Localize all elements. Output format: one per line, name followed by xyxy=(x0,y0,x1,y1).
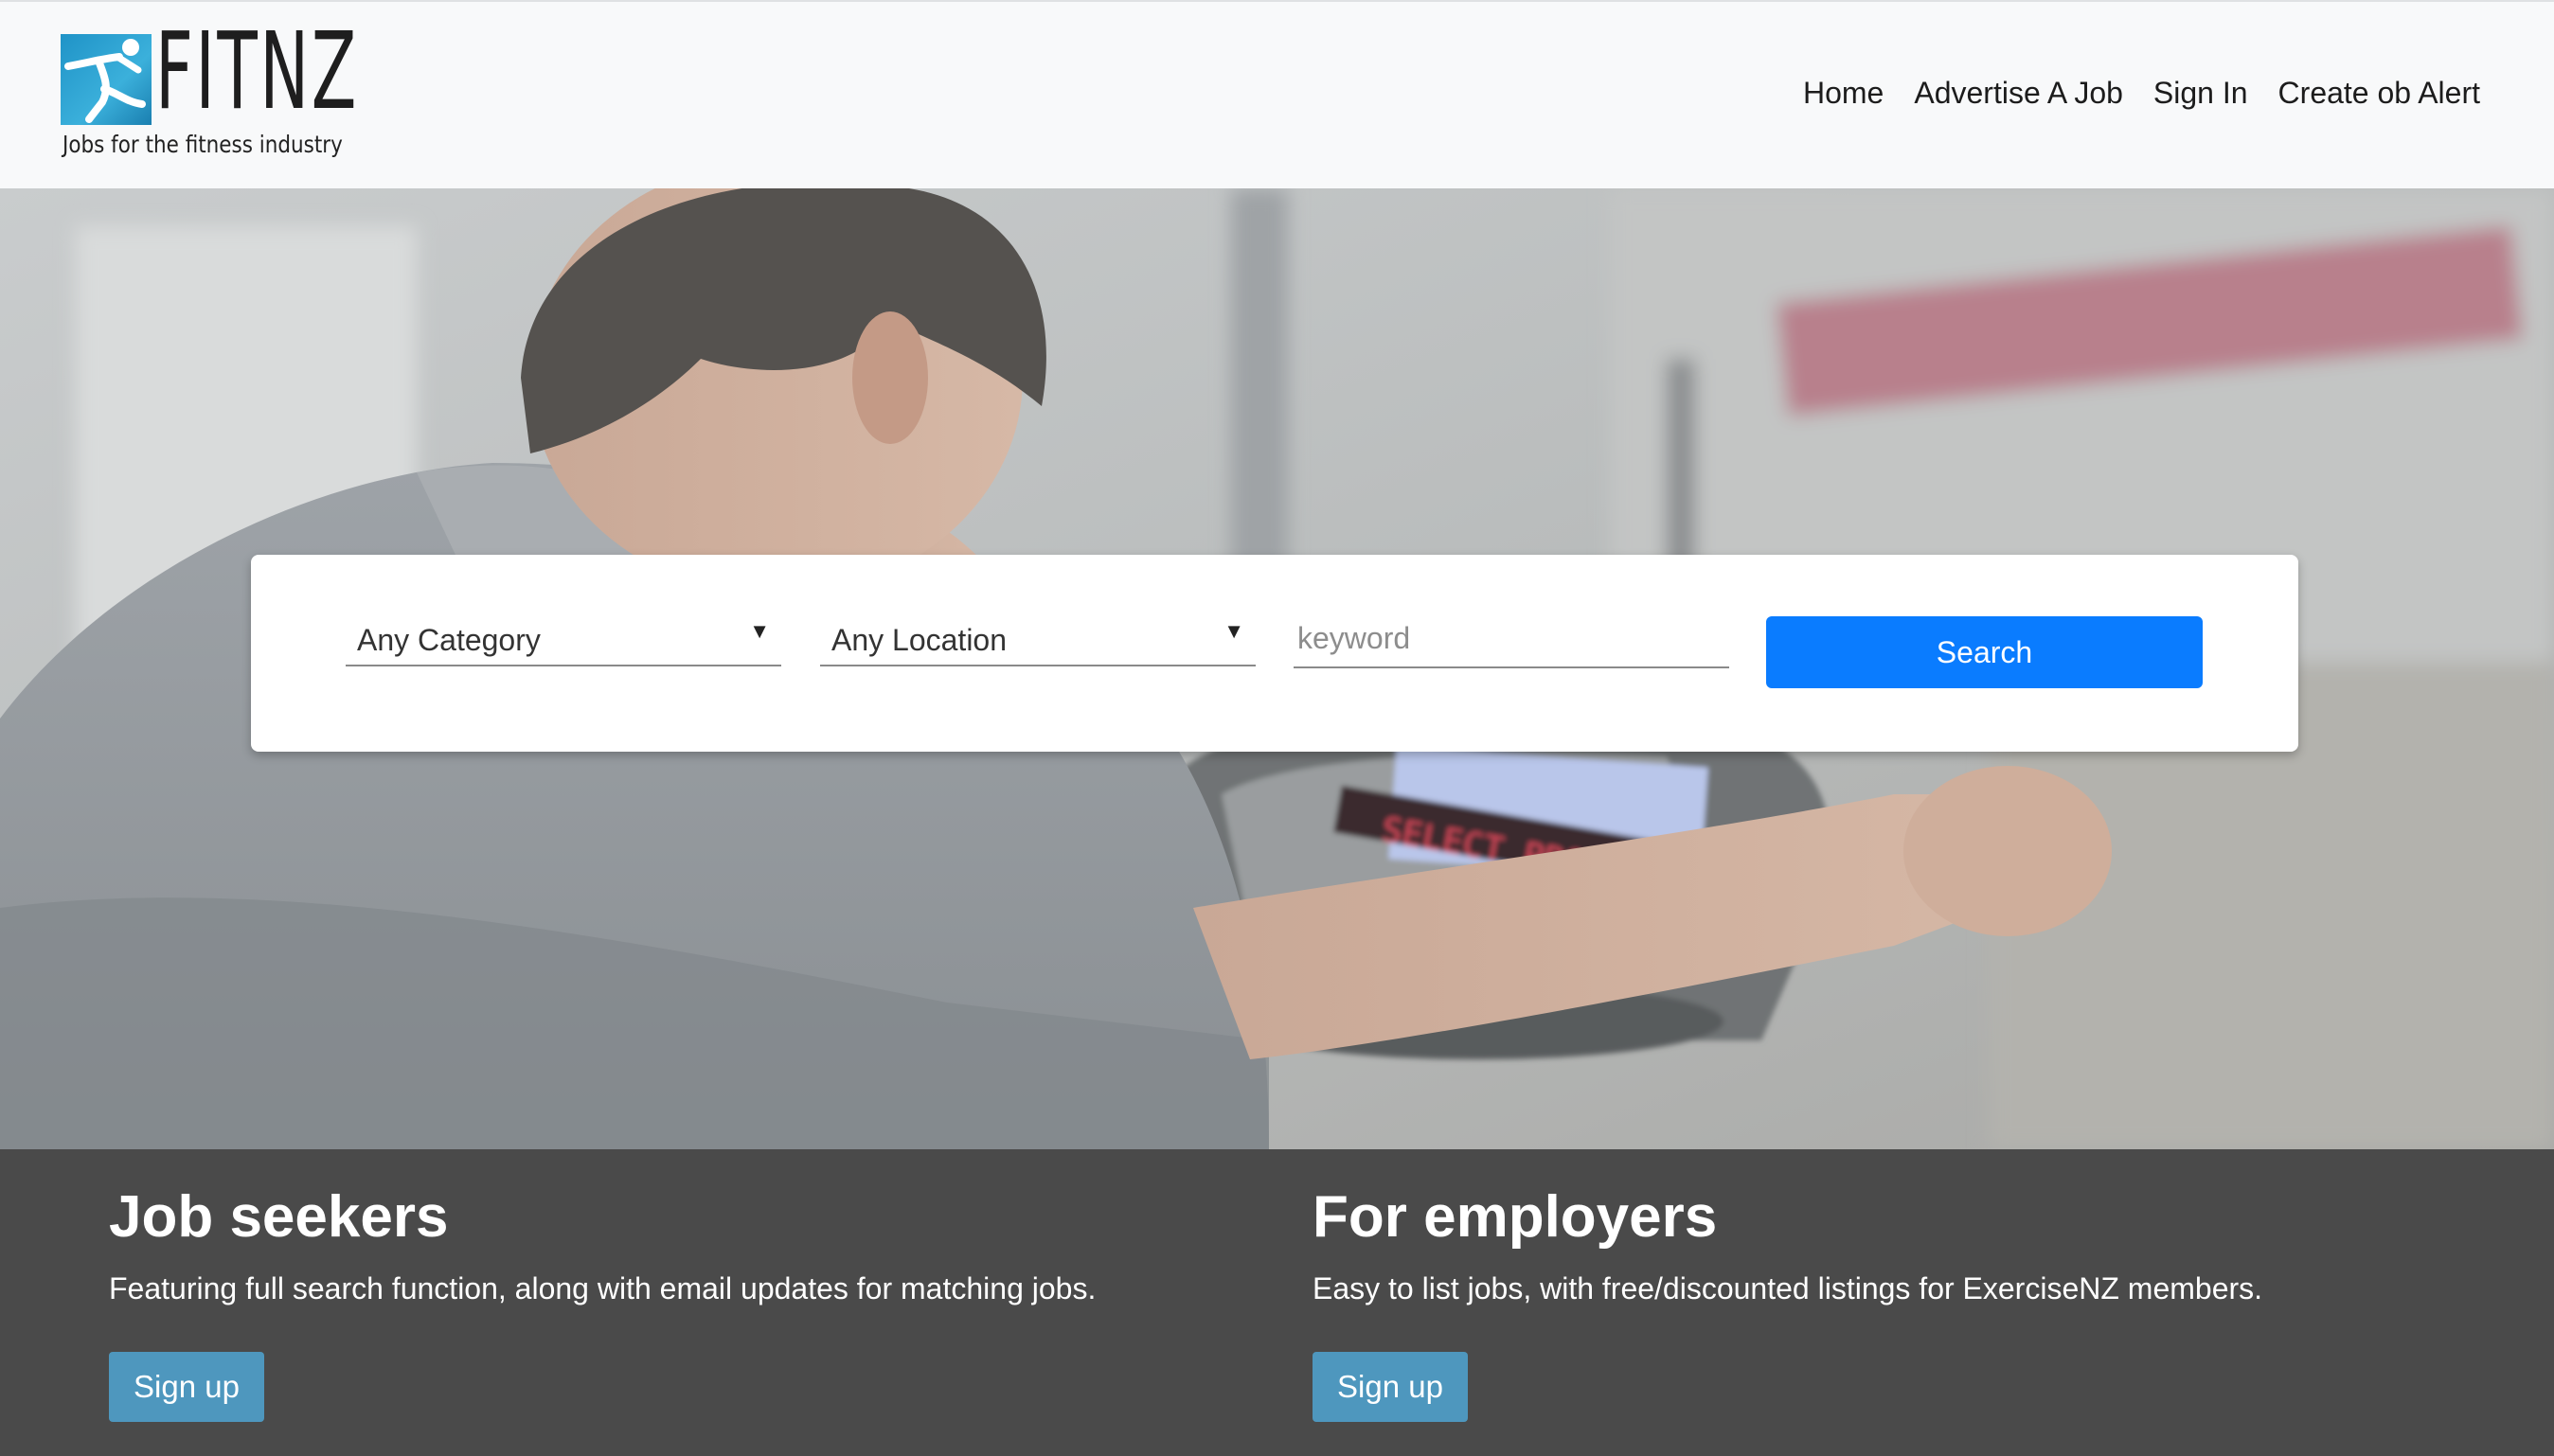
employers-description: Easy to list jobs, with free/discounted … xyxy=(1313,1271,2263,1306)
caret-down-icon: ▼ xyxy=(749,619,770,643)
fitnz-logo[interactable]: FITNZ Jobs for the fitness industry xyxy=(61,19,356,165)
location-select-value: Any Location xyxy=(831,623,1008,657)
category-select-value: Any Category xyxy=(357,623,541,657)
employers-signup-button[interactable]: Sign up xyxy=(1313,1352,1468,1422)
job-seekers-signup-button[interactable]: Sign up xyxy=(109,1352,264,1422)
nav-home-link[interactable]: Home xyxy=(1803,76,1884,111)
nav-sign-in-link[interactable]: Sign In xyxy=(2153,76,2248,111)
nav-advertise-job-link[interactable]: Advertise A Job xyxy=(1914,76,2123,111)
runner-logo-icon xyxy=(61,34,152,125)
job-seekers-description: Featuring full search function, along wi… xyxy=(109,1271,1097,1306)
job-search-card: Any Category ▼ Any Location ▼ Search xyxy=(251,555,2298,752)
job-seekers-panel: Job seekers Featuring full search functi… xyxy=(109,1184,1245,1307)
category-select[interactable]: Any Category ▼ xyxy=(346,610,781,666)
employers-panel: For employers Easy to list jobs, with fr… xyxy=(1313,1184,2449,1307)
caret-down-icon: ▼ xyxy=(1223,619,1244,643)
hero-banner: SELECT PROG Any Category ▼ Any Location … xyxy=(0,188,2554,1149)
location-select[interactable]: Any Location ▼ xyxy=(820,610,1256,666)
info-panels: Job seekers Featuring full search functi… xyxy=(0,1149,2554,1456)
keyword-input[interactable] xyxy=(1294,610,1729,668)
brand-tagline: Jobs for the fitness industry xyxy=(63,131,343,158)
main-nav: Home Advertise A Job Sign In Create ob A… xyxy=(1803,76,2480,111)
top-navbar: FITNZ Jobs for the fitness industry Home… xyxy=(0,0,2554,188)
job-seekers-title: Job seekers xyxy=(109,1184,449,1250)
brand-name: FITNZ xyxy=(155,10,359,133)
search-button[interactable]: Search xyxy=(1766,616,2203,688)
nav-create-job-alert-link[interactable]: Create ob Alert xyxy=(2278,76,2480,111)
employers-title: For employers xyxy=(1313,1184,1718,1250)
